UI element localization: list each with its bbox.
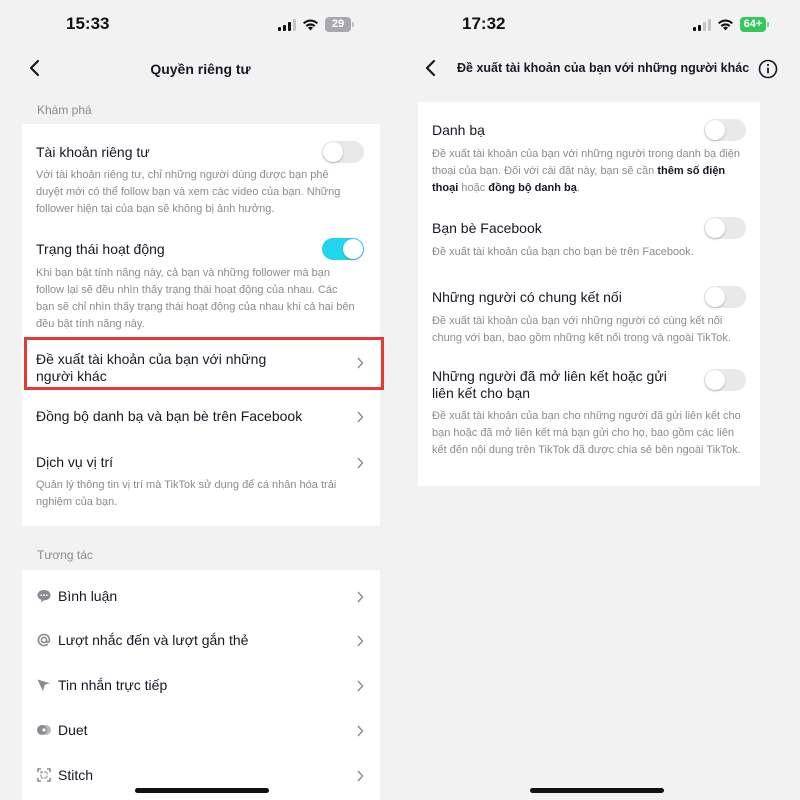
location-services-title: Dịch vụ vị trí (36, 454, 114, 470)
list-item-duet[interactable]: Duet (22, 713, 380, 749)
home-indicator (135, 788, 269, 793)
list-item-mentions[interactable]: Lượt nhắc đến và lượt gắn thẻ (22, 623, 380, 659)
chevron-right-icon (356, 634, 364, 652)
chevron-right-icon (356, 456, 364, 474)
cellular-signal-icon (693, 18, 711, 31)
section-header-discover: Khám phá (37, 103, 92, 117)
facebook-friends-toggle[interactable] (704, 217, 746, 239)
battery-icon: 29 (325, 17, 354, 32)
page-title: Quyền riêng tư (150, 61, 251, 77)
suggest-account-screen: 17:32 64+ Đề xuất tài khoản của bạn với … (386, 0, 800, 800)
shared-links-desc: Đề xuất tài khoản của bạn cho những ngườ… (432, 410, 741, 456)
suggest-account-title: Đề xuất tài khoản của bạn với những ngườ… (36, 351, 267, 384)
list-item-label: Tin nhắn trực tiếp (58, 677, 168, 693)
interaction-card: Bình luận Lượt nhắc đến và lượt gắn thẻ … (22, 570, 380, 800)
comment-icon (36, 588, 52, 604)
list-item-direct-messages[interactable]: Tin nhắn trực tiếp (22, 668, 380, 704)
contacts-title: Danh bạ (432, 122, 485, 138)
status-icons: 29 (278, 17, 354, 32)
chevron-right-icon (356, 590, 364, 608)
mutual-connections-row: Những người có chung kết nối Đề xuất tài… (418, 279, 760, 349)
chevron-right-icon (356, 724, 364, 742)
contacts-desc-text: . (576, 182, 580, 194)
mutual-connections-desc: Đề xuất tài khoản của bạn với những ngườ… (432, 315, 731, 344)
status-bar: 17:32 64+ (386, 0, 800, 48)
private-account-desc: Với tài khoản riêng tư, chỉ những người … (36, 169, 341, 215)
wifi-icon (302, 18, 319, 31)
activity-status-toggle[interactable] (322, 238, 364, 260)
facebook-friends-title: Bạn bè Facebook (432, 220, 542, 236)
wifi-icon (717, 18, 734, 31)
battery-icon: 64+ (740, 17, 769, 32)
contacts-row: Danh bạ Đề xuất tài khoản của bạn với nh… (418, 102, 760, 197)
contacts-desc-text: hoặc (458, 182, 489, 194)
sync-contacts-title: Đồng bộ danh bạ và bạn bè trên Facebook (36, 408, 303, 424)
chevron-right-icon (356, 410, 364, 428)
list-item-label: Duet (58, 722, 88, 738)
shared-links-toggle[interactable] (704, 369, 746, 391)
status-time: 17:32 (462, 14, 506, 33)
at-sign-icon (36, 632, 52, 648)
send-icon (36, 677, 52, 693)
list-item-label: Bình luận (58, 588, 118, 604)
private-account-row: Tài khoản riêng tư Với tài khoản riêng t… (22, 124, 380, 224)
location-services-desc: Quản lý thông tin vị trí mà TikTok sử dụ… (36, 479, 337, 508)
suggest-options-card: Danh bạ Đề xuất tài khoản của bạn với nh… (418, 102, 760, 486)
list-item-comments[interactable]: Bình luận (22, 578, 380, 614)
private-account-title: Tài khoản riêng tư (36, 144, 150, 160)
status-icons: 64+ (693, 17, 769, 32)
page-title: Đề xuất tài khoản của bạn với những ngườ… (457, 61, 750, 75)
location-services-row[interactable]: Dịch vụ vị trí Quản lý thông tin vị trí … (22, 442, 380, 526)
facebook-friends-row: Bạn bè Facebook Đề xuất tài khoản của bạ… (418, 210, 760, 265)
chevron-right-icon (356, 679, 364, 697)
home-indicator (530, 788, 664, 793)
suggest-account-row[interactable]: Đề xuất tài khoản của bạn với những ngườ… (22, 344, 380, 392)
status-bar: 15:33 29 (0, 0, 401, 48)
shared-links-title: Những người đã mở liên kết hoặc gửi liên… (432, 368, 667, 401)
stitch-icon (36, 767, 52, 783)
cellular-signal-icon (278, 18, 296, 31)
contacts-toggle[interactable] (704, 119, 746, 141)
mutual-connections-title: Những người có chung kết nối (432, 289, 622, 305)
chevron-right-icon (356, 356, 364, 374)
list-item-label: Lượt nhắc đến và lượt gắn thẻ (58, 632, 249, 648)
shared-links-row: Những người đã mở liên kết hoặc gửi liên… (418, 360, 760, 480)
duet-icon (36, 722, 52, 738)
privacy-settings-screen: 15:33 29 Quyền riêng tư Khám phá Tài kho… (0, 0, 401, 800)
activity-status-desc: Khi bạn bật tính năng này, cả bạn và nhữ… (36, 267, 355, 330)
status-time: 15:33 (66, 14, 110, 33)
back-arrow-icon[interactable] (424, 58, 438, 83)
chevron-right-icon (356, 769, 364, 787)
activity-status-title: Trạng thái hoạt động (36, 241, 165, 257)
contacts-desc: Đề xuất tài khoản của bạn với những ngườ… (432, 146, 746, 197)
mutual-connections-toggle[interactable] (704, 286, 746, 308)
sync-contacts-row[interactable]: Đồng bộ danh bạ và bạn bè trên Facebook (22, 396, 380, 436)
list-item-label: Stitch (58, 767, 94, 783)
private-account-toggle[interactable] (322, 141, 364, 163)
facebook-friends-desc: Đề xuất tài khoản của bạn cho bạn bè trê… (432, 246, 694, 258)
nav-bar: Đề xuất tài khoản của bạn với những ngườ… (386, 48, 800, 92)
info-icon[interactable] (758, 59, 778, 84)
activity-status-row: Trạng thái hoạt động Khi bạn bật tính nă… (22, 224, 380, 334)
sync-contacts-link[interactable]: đồng bộ danh bạ (488, 182, 577, 194)
nav-bar: Quyền riêng tư (0, 48, 401, 92)
section-header-interaction: Tương tác (37, 548, 93, 562)
discover-card: Tài khoản riêng tư Với tài khoản riêng t… (22, 124, 380, 526)
